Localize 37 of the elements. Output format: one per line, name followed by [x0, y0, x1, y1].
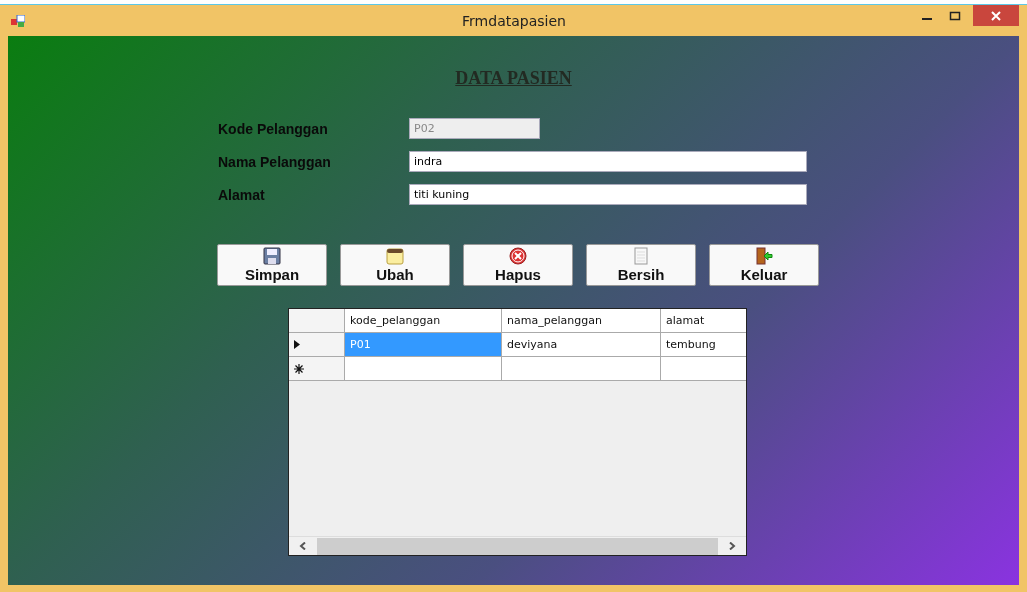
- close-icon: [990, 10, 1002, 21]
- horizontal-scrollbar[interactable]: [289, 536, 746, 555]
- field-label: Alamat: [218, 186, 266, 203]
- scroll-left-icon[interactable]: [299, 542, 307, 550]
- blank-page-icon: [632, 247, 650, 265]
- action-button[interactable]: Bersih: [586, 244, 696, 286]
- delete-icon: [509, 247, 527, 265]
- close-button[interactable]: [973, 5, 1019, 26]
- notepad-icon: [386, 247, 404, 265]
- scrollbar-thumb[interactable]: [317, 537, 718, 555]
- input-field[interactable]: indra: [409, 151, 807, 172]
- row-header[interactable]: [289, 333, 345, 357]
- input-field[interactable]: titi kuning: [409, 184, 807, 205]
- column-header[interactable]: nama_pelanggan: [502, 309, 661, 333]
- grid-corner-cell[interactable]: [289, 309, 345, 333]
- table-cell[interactable]: tembung: [661, 333, 746, 357]
- action-button[interactable]: Keluar: [709, 244, 819, 286]
- minimize-icon: [922, 17, 932, 20]
- field-label: Nama Pelanggan: [218, 153, 332, 170]
- column-header[interactable]: alamat: [661, 309, 746, 333]
- window-title: Frmdatapasien: [461, 12, 567, 29]
- field-label: Kode Pelanggan: [218, 120, 329, 137]
- door-arrow-icon: [755, 247, 773, 265]
- column-header[interactable]: kode_pelanggan: [345, 309, 502, 333]
- table-cell[interactable]: [345, 357, 502, 381]
- table-cell[interactable]: [661, 357, 746, 381]
- app-icon: [11, 14, 25, 27]
- action-button[interactable]: Ubah: [340, 244, 450, 286]
- current-row-icon: [294, 340, 300, 349]
- scroll-right-icon[interactable]: [728, 542, 736, 550]
- action-button[interactable]: Simpan: [217, 244, 327, 286]
- table-cell[interactable]: deviyana: [502, 333, 661, 357]
- row-header[interactable]: [289, 357, 345, 381]
- maximize-icon: [949, 10, 961, 21]
- new-row-icon: [294, 363, 304, 374]
- table-cell[interactable]: [502, 357, 661, 381]
- action-button[interactable]: Hapus: [463, 244, 573, 286]
